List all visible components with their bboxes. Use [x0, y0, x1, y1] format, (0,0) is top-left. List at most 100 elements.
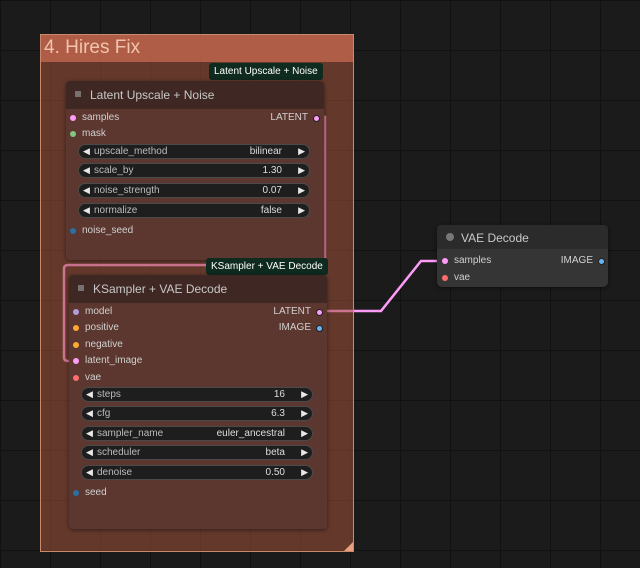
widget-value: 0.07	[262, 185, 282, 196]
arrow-right-icon[interactable]: ▶	[301, 428, 308, 439]
slot-label: samples	[454, 255, 492, 266]
grip-icon	[75, 91, 81, 97]
widget-label: scheduler	[97, 447, 141, 458]
widget-value: 16	[273, 389, 285, 400]
widget-value: 6.3	[271, 408, 285, 419]
node-header[interactable]: Latent Upscale + Noise	[66, 81, 324, 109]
slot-dot-icon	[73, 490, 79, 496]
slot-dot-icon	[70, 131, 76, 137]
slot-label: vae	[454, 272, 471, 283]
output-slot-image[interactable]: IMAGE	[279, 322, 323, 334]
node-header[interactable]: VAE Decode	[437, 225, 608, 249]
slot-dot-icon	[73, 309, 79, 315]
widget-scale-by[interactable]: ◀ scale_by 1.30 ▶	[78, 163, 310, 178]
node-title: Latent Upscale + Noise	[90, 88, 215, 102]
widget-label: denoise	[97, 467, 133, 478]
input-slot-latent-image[interactable]: latent_image	[73, 355, 142, 367]
widget-label: noise_strength	[94, 185, 160, 196]
arrow-left-icon[interactable]: ◀	[83, 185, 90, 196]
arrow-left-icon[interactable]: ◀	[83, 146, 90, 157]
widget-label: upscale_method	[94, 146, 168, 157]
widget-label: scale_by	[94, 165, 134, 176]
slot-label: LATENT	[273, 306, 311, 317]
node-badge-latent-upscale: Latent Upscale + Noise	[209, 63, 323, 80]
slot-dot-icon	[442, 275, 448, 281]
arrow-left-icon[interactable]: ◀	[83, 165, 90, 176]
input-slot-samples[interactable]: samples	[70, 112, 119, 124]
slot-label: samples	[82, 112, 120, 123]
slot-dot-icon	[316, 325, 323, 332]
slot-label: noise_seed	[82, 225, 134, 236]
widget-normalize[interactable]: ◀ normalize false ▶	[78, 203, 310, 218]
collapse-toggle-icon[interactable]	[446, 233, 454, 241]
slot-label: IMAGE	[278, 322, 311, 333]
input-slot-model[interactable]: model	[73, 306, 112, 318]
widget-value: beta	[265, 447, 285, 458]
slot-dot-icon	[598, 258, 605, 265]
arrow-left-icon[interactable]: ◀	[86, 428, 93, 439]
slot-label: seed	[85, 487, 107, 498]
group-title: 4. Hires Fix	[44, 37, 141, 58]
arrow-left-icon[interactable]: ◀	[83, 205, 90, 216]
node-latent-upscale[interactable]: Latent Upscale + Noise samples LATENT ma…	[66, 81, 324, 260]
output-slot-latent[interactable]: LATENT	[273, 306, 323, 318]
node-vae-decode[interactable]: VAE Decode samples IMAGE vae	[437, 225, 608, 287]
input-slot-noise-seed[interactable]: noise_seed	[70, 225, 133, 237]
slot-dot-icon	[70, 115, 76, 121]
slot-label: positive	[85, 322, 119, 333]
slot-label: LATENT	[270, 112, 308, 123]
arrow-right-icon[interactable]: ▶	[301, 467, 308, 478]
arrow-right-icon[interactable]: ▶	[298, 146, 305, 157]
arrow-right-icon[interactable]: ▶	[298, 185, 305, 196]
output-slot-image[interactable]: IMAGE	[561, 255, 605, 267]
widget-value: 1.30	[262, 165, 282, 176]
slot-dot-icon	[73, 375, 79, 381]
input-slot-vae[interactable]: vae	[73, 372, 101, 384]
arrow-left-icon[interactable]: ◀	[86, 389, 93, 400]
input-slot-mask[interactable]: mask	[70, 128, 106, 140]
widget-sampler-name[interactable]: ◀ sampler_name euler_ancestral ▶	[81, 426, 313, 441]
arrow-right-icon[interactable]: ▶	[301, 389, 308, 400]
slot-label: latent_image	[85, 355, 143, 366]
arrow-left-icon[interactable]: ◀	[86, 447, 93, 458]
node-title: VAE Decode	[461, 231, 529, 245]
grip-icon	[78, 285, 84, 291]
arrow-left-icon[interactable]: ◀	[86, 408, 93, 419]
arrow-left-icon[interactable]: ◀	[86, 467, 93, 478]
output-slot-latent[interactable]: LATENT	[270, 112, 320, 124]
widget-value: false	[260, 205, 282, 216]
slot-dot-icon	[73, 342, 79, 348]
widget-value: 0.50	[265, 467, 285, 478]
group-resize-handle[interactable]	[344, 542, 353, 551]
widget-steps[interactable]: ◀ steps 16 ▶	[81, 387, 313, 402]
arrow-right-icon[interactable]: ▶	[301, 408, 308, 419]
arrow-right-icon[interactable]: ▶	[298, 205, 305, 216]
input-slot-seed[interactable]: seed	[73, 487, 107, 499]
widget-value: bilinear	[249, 146, 282, 157]
slot-label: model	[85, 306, 113, 317]
arrow-right-icon[interactable]: ▶	[298, 165, 305, 176]
slot-label: mask	[82, 128, 106, 139]
slot-dot-icon	[70, 228, 76, 234]
widget-noise-strength[interactable]: ◀ noise_strength 0.07 ▶	[78, 183, 310, 198]
widget-value: euler_ancestral	[216, 428, 285, 439]
input-slot-samples[interactable]: samples	[442, 255, 491, 267]
slot-dot-icon	[73, 358, 79, 364]
arrow-right-icon[interactable]: ▶	[301, 447, 308, 458]
widget-label: steps	[97, 389, 121, 400]
node-title: KSampler + VAE Decode	[93, 282, 228, 296]
widget-cfg[interactable]: ◀ cfg 6.3 ▶	[81, 406, 313, 421]
widget-upscale-method[interactable]: ◀ upscale_method bilinear ▶	[78, 144, 310, 159]
widget-label: sampler_name	[97, 428, 164, 439]
node-header[interactable]: KSampler + VAE Decode	[69, 275, 327, 303]
input-slot-vae[interactable]: vae	[442, 272, 470, 284]
widget-label: normalize	[94, 205, 138, 216]
slot-label: vae	[85, 372, 102, 383]
input-slot-negative[interactable]: negative	[73, 339, 123, 351]
slot-dot-icon	[313, 115, 320, 122]
widget-label: cfg	[97, 408, 111, 419]
node-ksampler[interactable]: KSampler + VAE Decode model LATENT posit…	[69, 275, 327, 529]
input-slot-positive[interactable]: positive	[73, 322, 119, 334]
widget-denoise[interactable]: ◀ denoise 0.50 ▶	[81, 465, 313, 480]
widget-scheduler[interactable]: ◀ scheduler beta ▶	[81, 445, 313, 460]
